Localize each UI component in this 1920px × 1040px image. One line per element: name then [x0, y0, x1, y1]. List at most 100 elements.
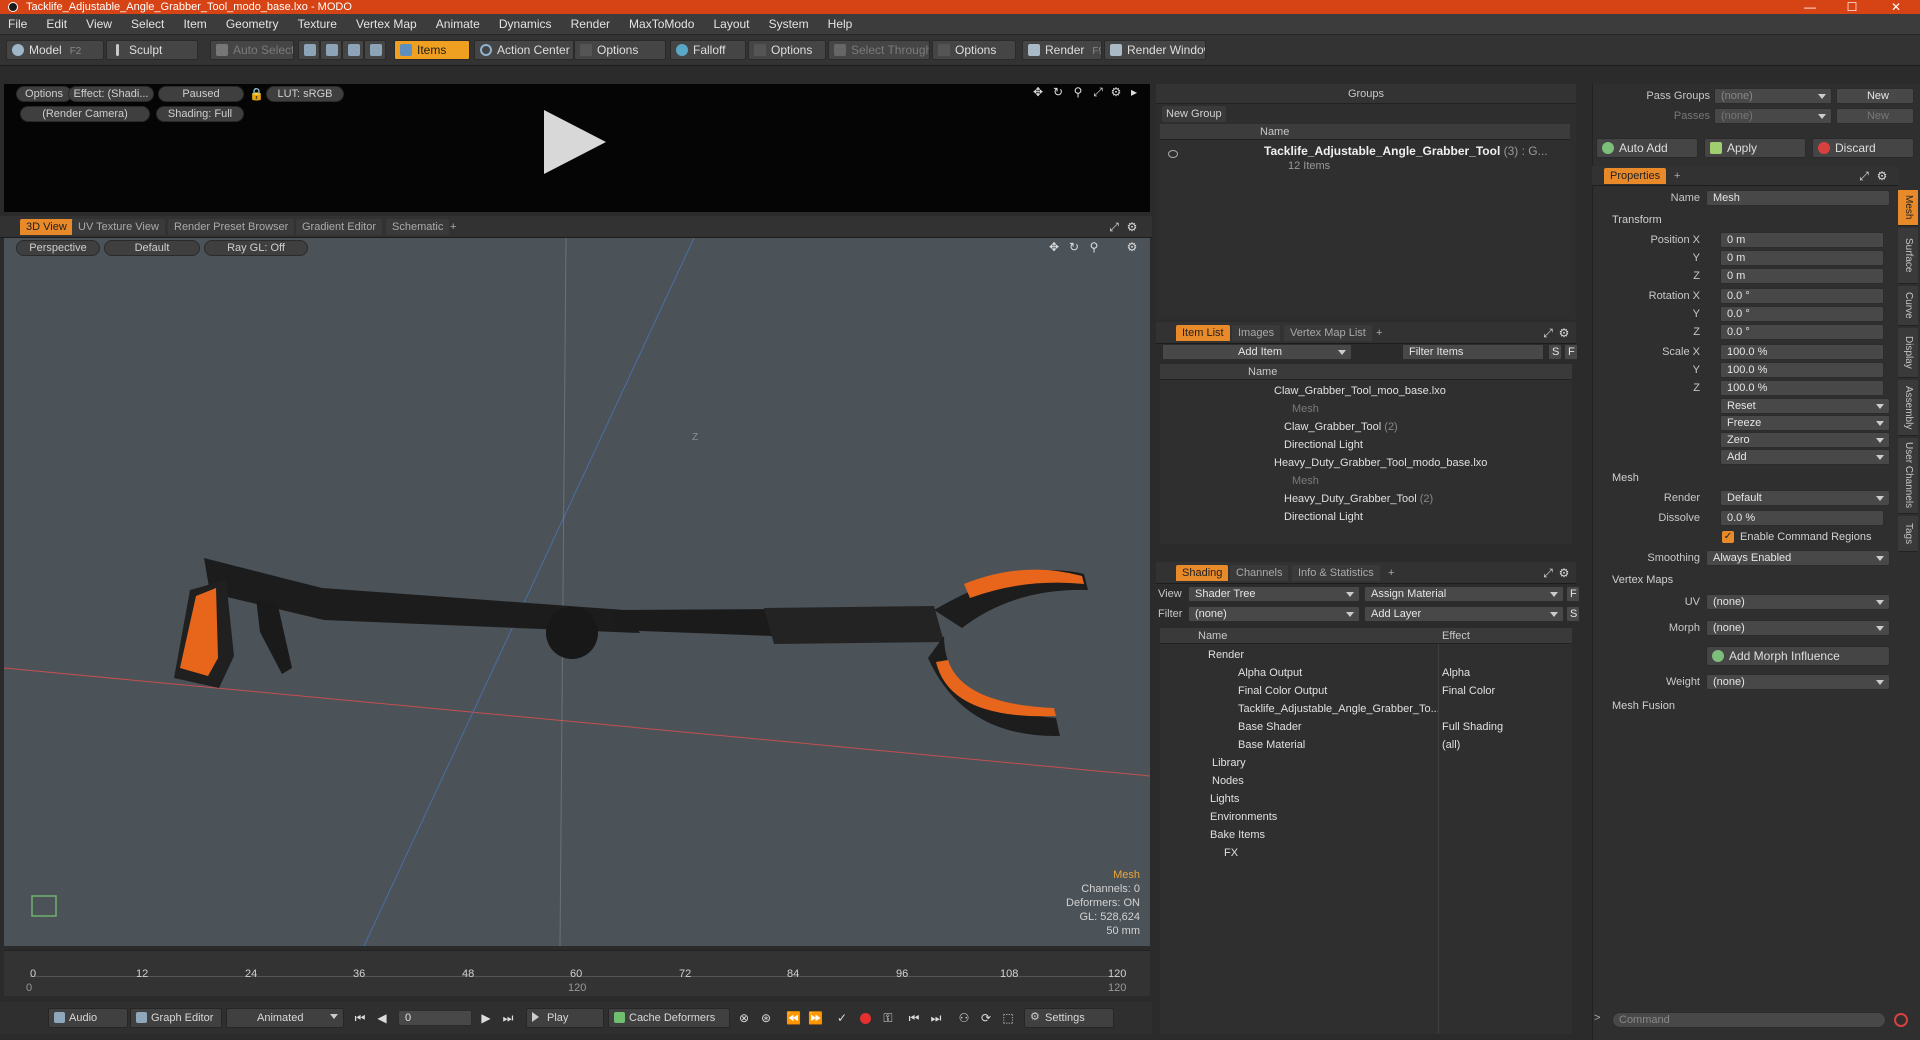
audio-button[interactable]: Audio [48, 1008, 128, 1028]
arrow-right-icon[interactable]: ▸ [1128, 86, 1140, 98]
settings-button[interactable]: ⚙ Settings [1024, 1008, 1114, 1028]
tab-uv-texture-view[interactable]: UV Texture View [72, 219, 165, 235]
gear-icon[interactable]: ⚙ [1126, 241, 1138, 253]
gear-icon[interactable]: ⚙ [1126, 221, 1138, 233]
command-history-icon[interactable] [1894, 1013, 1908, 1027]
gear-icon[interactable]: ⚙ [1876, 170, 1888, 182]
prev-key-icon[interactable]: ⏪ [786, 1012, 801, 1024]
frame-input[interactable]: 0 [398, 1010, 472, 1026]
shader-row[interactable]: Nodes [1160, 772, 1244, 790]
position-y-input[interactable]: 0 m [1720, 250, 1884, 266]
minimize-button[interactable]: — [1790, 0, 1830, 14]
name-input[interactable]: Mesh [1706, 190, 1890, 206]
eye-icon[interactable] [1168, 150, 1178, 158]
edges-mode-button[interactable] [320, 40, 342, 60]
command-input[interactable]: Command [1612, 1012, 1886, 1028]
dissolve-input[interactable]: 0.0 % [1720, 510, 1884, 526]
shader-row[interactable]: Tacklife_Adjustable_Angle_Grabber_To... [1160, 700, 1438, 718]
tab-vertex-map-list[interactable]: Vertex Map List [1284, 325, 1372, 341]
expand-icon[interactable]: ⤢ [1542, 567, 1554, 579]
raygl-dropdown[interactable]: Ray GL: Off [204, 240, 308, 256]
move-icon[interactable]: ✥ [1048, 241, 1060, 253]
materials-mode-button[interactable] [364, 40, 386, 60]
enable-command-regions-checkbox[interactable]: ✓ [1722, 531, 1734, 543]
prev-marker-icon[interactable]: ⏮ [908, 1012, 920, 1024]
passes-dropdown[interactable]: (none) [1714, 108, 1832, 124]
side-tab-assembly[interactable]: Assembly [1898, 380, 1918, 436]
lock-icon[interactable]: 🔒 [249, 88, 264, 100]
shader-row[interactable]: Environments [1160, 808, 1277, 826]
animated-dropdown[interactable]: Animated [226, 1008, 344, 1028]
cache-deformers-button[interactable]: Cache Deformers [608, 1008, 730, 1028]
step-forward-icon[interactable]: ▶ [480, 1012, 492, 1024]
gear-icon[interactable]: ⚙ [1558, 327, 1570, 339]
tab-3d-view[interactable]: 3D View [20, 219, 73, 235]
perspective-dropdown[interactable]: Perspective [16, 240, 100, 256]
expand-icon[interactable]: ⤢ [1858, 170, 1870, 182]
falloff-button[interactable]: Falloff [670, 40, 746, 60]
menu-system[interactable]: System [761, 14, 817, 35]
section-transform[interactable]: Transform [1600, 212, 1895, 228]
rotate-icon[interactable]: ↻ [1068, 241, 1080, 253]
apply-button[interactable]: Apply [1704, 138, 1806, 158]
move-icon[interactable]: ✥ [1032, 86, 1044, 98]
list-item[interactable]: Heavy_Duty_Grabber_Tool_modo_base.lxo [1160, 454, 1487, 472]
menu-render[interactable]: Render [563, 14, 618, 35]
3d-viewport[interactable] [4, 238, 1150, 946]
shader-row[interactable]: Library [1160, 754, 1246, 772]
side-tab-user-channels[interactable]: User Channels [1898, 438, 1918, 514]
section-mesh-fusion[interactable]: Mesh Fusion [1600, 698, 1895, 714]
rotation-y-input[interactable]: 0.0 ° [1720, 306, 1884, 322]
section-mesh[interactable]: Mesh [1600, 470, 1895, 486]
rotation-x-input[interactable]: 0.0 ° [1720, 288, 1884, 304]
shader-row[interactable]: Base Material (all) [1160, 736, 1572, 754]
link-icon[interactable]: ⚇ [958, 1012, 970, 1024]
filter-items-input[interactable]: Filter Items [1402, 344, 1544, 360]
render-button[interactable]: RenderF9 [1022, 40, 1102, 60]
render-camera-dropdown[interactable]: (Render Camera) [20, 106, 150, 122]
record-icon[interactable] [860, 1013, 871, 1024]
tab-schematic[interactable]: Schematic [386, 219, 450, 235]
side-tab-curve[interactable]: Curve [1898, 286, 1918, 326]
action-center-options-button[interactable]: Options [574, 40, 666, 60]
expand-icon[interactable]: ⤢ [1092, 86, 1104, 98]
play-icon[interactable] [544, 110, 606, 174]
shader-row[interactable]: FX [1160, 844, 1238, 862]
itemlist-f-button[interactable]: F [1564, 344, 1578, 360]
side-tab-surface[interactable]: Surface [1898, 228, 1918, 284]
tab-properties[interactable]: Properties [1604, 168, 1667, 184]
new-pass-group-button[interactable]: New [1836, 88, 1914, 104]
reset-dropdown[interactable]: Reset [1720, 398, 1890, 414]
gear-icon[interactable]: ⚙ [1110, 86, 1122, 98]
select-through-options-button[interactable]: Options [932, 40, 1016, 60]
scale-y-input[interactable]: 100.0 % [1720, 362, 1884, 378]
view-dropdown[interactable]: Shader Tree [1188, 586, 1360, 602]
weight-dropdown[interactable]: (none) [1706, 674, 1890, 690]
action-center-button[interactable]: Action Center [474, 40, 574, 60]
list-item[interactable]: Claw_Grabber_Tool_moo_base.lxo [1160, 382, 1446, 400]
discard-button[interactable]: Discard [1812, 138, 1914, 158]
list-item[interactable]: Directional Light [1160, 508, 1363, 526]
tab-info-statistics[interactable]: Info & Statistics [1292, 565, 1380, 581]
add-tab-button[interactable]: + [444, 219, 462, 235]
freeze-dropdown[interactable]: Freeze [1720, 415, 1890, 431]
key-filter-icon[interactable]: ⚿ [882, 1012, 894, 1024]
shading-f-button[interactable]: F [1566, 586, 1580, 602]
add-layer-dropdown[interactable]: Add Layer [1364, 606, 1564, 622]
shading-s-button[interactable]: S [1566, 606, 1580, 622]
scale-x-input[interactable]: 100.0 % [1720, 344, 1884, 360]
side-tab-tags[interactable]: Tags [1898, 516, 1918, 552]
add-tab-button[interactable]: + [1370, 325, 1388, 341]
menu-texture[interactable]: Texture [290, 14, 345, 35]
rotation-z-input[interactable]: 0.0 ° [1720, 324, 1884, 340]
zoom-icon[interactable]: ⚲ [1072, 86, 1084, 98]
marker-icon[interactable]: ⬚ [1002, 1012, 1014, 1024]
group-item[interactable]: Tacklife_Adjustable_Angle_Grabber_Tool (… [1264, 144, 1548, 158]
expand-icon[interactable]: ⤢ [1542, 327, 1554, 339]
add-dropdown[interactable]: Add [1720, 449, 1890, 465]
step-back-icon[interactable]: ◀ [376, 1012, 388, 1024]
rotate-icon[interactable]: ↻ [1052, 86, 1064, 98]
add-item-dropdown[interactable]: Add Item [1162, 344, 1352, 360]
list-item[interactable]: Mesh [1160, 472, 1319, 490]
add-tab-button[interactable]: + [1382, 565, 1400, 581]
